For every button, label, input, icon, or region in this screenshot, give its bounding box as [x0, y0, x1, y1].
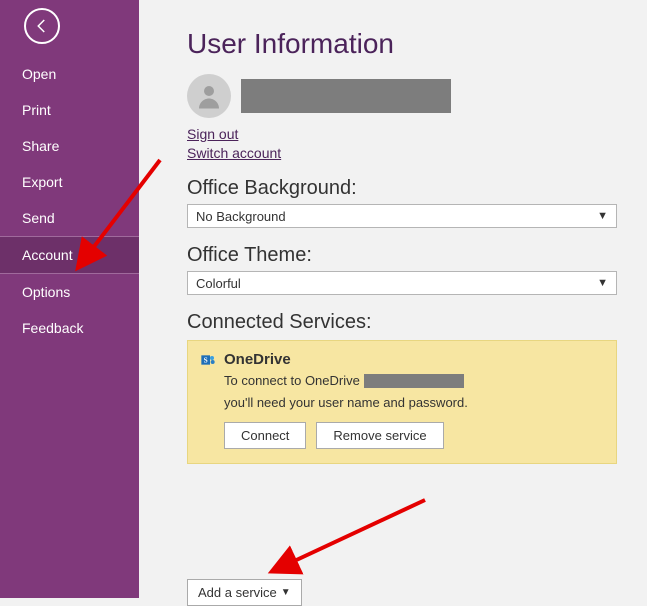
- sign-out-link[interactable]: Sign out: [187, 126, 617, 142]
- office-background-label: Office Background:: [187, 177, 617, 200]
- svg-text:S: S: [204, 355, 208, 364]
- service-description: To connect to OneDrive you'll need your …: [224, 372, 604, 412]
- chevron-down-icon: ▼: [597, 277, 608, 289]
- remove-service-button[interactable]: Remove service: [316, 422, 443, 449]
- office-theme-value: Colorful: [196, 276, 241, 291]
- add-service-label: Add a service: [198, 585, 277, 600]
- sidebar-item-send[interactable]: Send: [0, 200, 139, 236]
- service-desc-suffix: you'll need your user name and password.: [224, 394, 468, 412]
- switch-account-link[interactable]: Switch account: [187, 145, 617, 161]
- avatar: [187, 74, 231, 118]
- sidebar-item-feedback[interactable]: Feedback: [0, 310, 139, 346]
- sidebar-item-export[interactable]: Export: [0, 164, 139, 200]
- main-content: User Information Sign out Switch account…: [139, 0, 647, 598]
- office-background-value: No Background: [196, 209, 286, 224]
- backstage-sidebar: Open Print Share Export Send Account Opt…: [0, 0, 139, 598]
- person-icon: [194, 81, 224, 111]
- office-theme-dropdown[interactable]: Colorful ▼: [187, 271, 617, 295]
- sidebar-item-open[interactable]: Open: [0, 56, 139, 92]
- user-name-redacted: [241, 79, 451, 113]
- sidebar-item-options[interactable]: Options: [0, 274, 139, 310]
- sidebar-item-print[interactable]: Print: [0, 92, 139, 128]
- service-desc-prefix: To connect to OneDrive: [224, 372, 360, 390]
- office-theme-label: Office Theme:: [187, 244, 617, 267]
- sidebar-item-account[interactable]: Account: [0, 237, 139, 273]
- office-background-dropdown[interactable]: No Background ▼: [187, 204, 617, 228]
- back-button[interactable]: [24, 8, 60, 44]
- chevron-down-icon: ▼: [597, 210, 608, 222]
- service-name: OneDrive: [224, 351, 291, 368]
- sidebar-item-share[interactable]: Share: [0, 128, 139, 164]
- connected-service-panel: S OneDrive To connect to OneDrive you'll…: [187, 340, 617, 464]
- connected-services-label: Connected Services:: [187, 311, 617, 334]
- chevron-down-icon: ▼: [281, 587, 291, 598]
- sharepoint-icon: S: [200, 352, 216, 368]
- page-title: User Information: [187, 28, 617, 60]
- add-service-button[interactable]: Add a service ▼: [187, 579, 302, 606]
- connect-button[interactable]: Connect: [224, 422, 306, 449]
- service-account-redacted: [364, 374, 464, 388]
- arrow-left-icon: [33, 17, 51, 35]
